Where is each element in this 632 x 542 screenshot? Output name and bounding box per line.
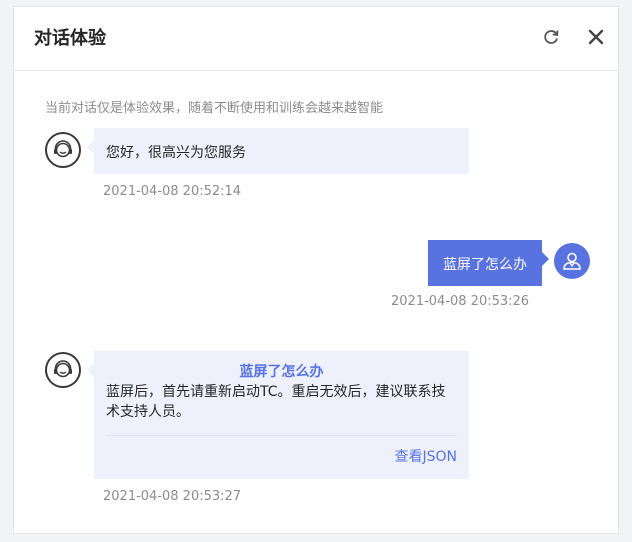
user-message-text: 蓝屏了怎么办 bbox=[443, 257, 527, 273]
view-json-link[interactable]: 查看JSON bbox=[394, 446, 457, 466]
bot-answer-card: 蓝屏了怎么办 蓝屏后，首先请重新启动TC。重启无效后，建议联系技术支持人员。 查… bbox=[87, 351, 469, 479]
answer-divider bbox=[106, 435, 457, 436]
chat-dialog: 对话体验 当前对话仅是体验效果，随着不断使用和训练会越来越智能 您好，很高兴为您… bbox=[13, 6, 619, 534]
bot-message-bubble: 您好，很高兴为您服务 bbox=[87, 128, 469, 174]
message-timestamp: 2021-04-08 20:53:26 bbox=[391, 294, 530, 309]
close-button[interactable] bbox=[584, 25, 608, 49]
message-timestamp: 2021-04-08 20:53:27 bbox=[103, 489, 242, 504]
dialog-header: 对话体验 bbox=[14, 7, 618, 71]
user-message-bubble: 蓝屏了怎么办 bbox=[428, 240, 549, 286]
bot-message-text: 您好，很高兴为您服务 bbox=[106, 145, 246, 161]
answer-title: 蓝屏了怎么办 bbox=[239, 364, 324, 380]
headset-icon bbox=[54, 360, 72, 378]
close-icon bbox=[588, 29, 604, 45]
user-icon bbox=[563, 252, 581, 270]
dialog-title: 对话体验 bbox=[34, 28, 106, 49]
bot-avatar bbox=[45, 132, 81, 168]
refresh-icon bbox=[544, 30, 559, 44]
headset-icon bbox=[54, 140, 72, 158]
user-avatar bbox=[554, 243, 590, 279]
refresh-button[interactable] bbox=[539, 25, 563, 49]
experience-notice: 当前对话仅是体验效果，随着不断使用和训练会越来越智能 bbox=[45, 101, 384, 116]
answer-text: 蓝屏后，首先请重新启动TC。重启无效后，建议联系技术支持人员。 bbox=[106, 384, 446, 420]
message-timestamp: 2021-04-08 20:52:14 bbox=[103, 184, 242, 199]
bot-avatar bbox=[45, 352, 81, 388]
